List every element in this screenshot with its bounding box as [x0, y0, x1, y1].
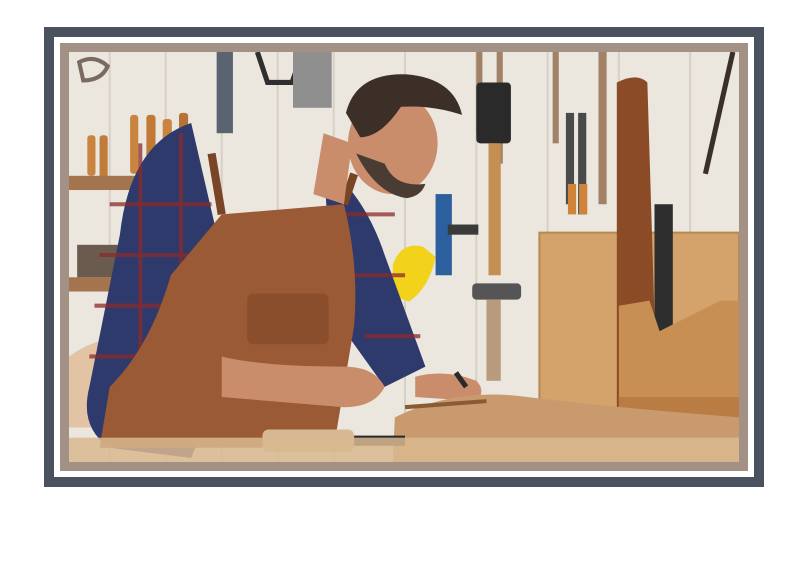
frame-mat — [60, 43, 748, 471]
workshop-photo — [69, 52, 739, 462]
picture-frame — [44, 27, 764, 487]
carpenter-illustration — [69, 52, 739, 462]
